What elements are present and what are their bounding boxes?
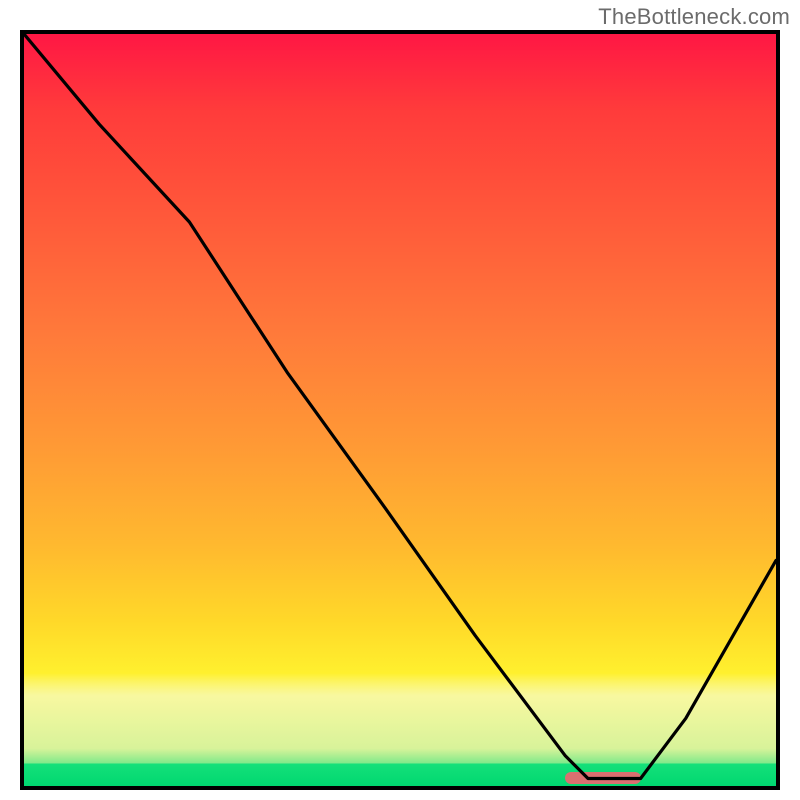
bottleneck-curve xyxy=(24,34,776,786)
plot-area xyxy=(20,30,780,790)
watermark-text: TheBottleneck.com xyxy=(598,4,790,30)
chart-canvas: TheBottleneck.com xyxy=(0,0,800,800)
